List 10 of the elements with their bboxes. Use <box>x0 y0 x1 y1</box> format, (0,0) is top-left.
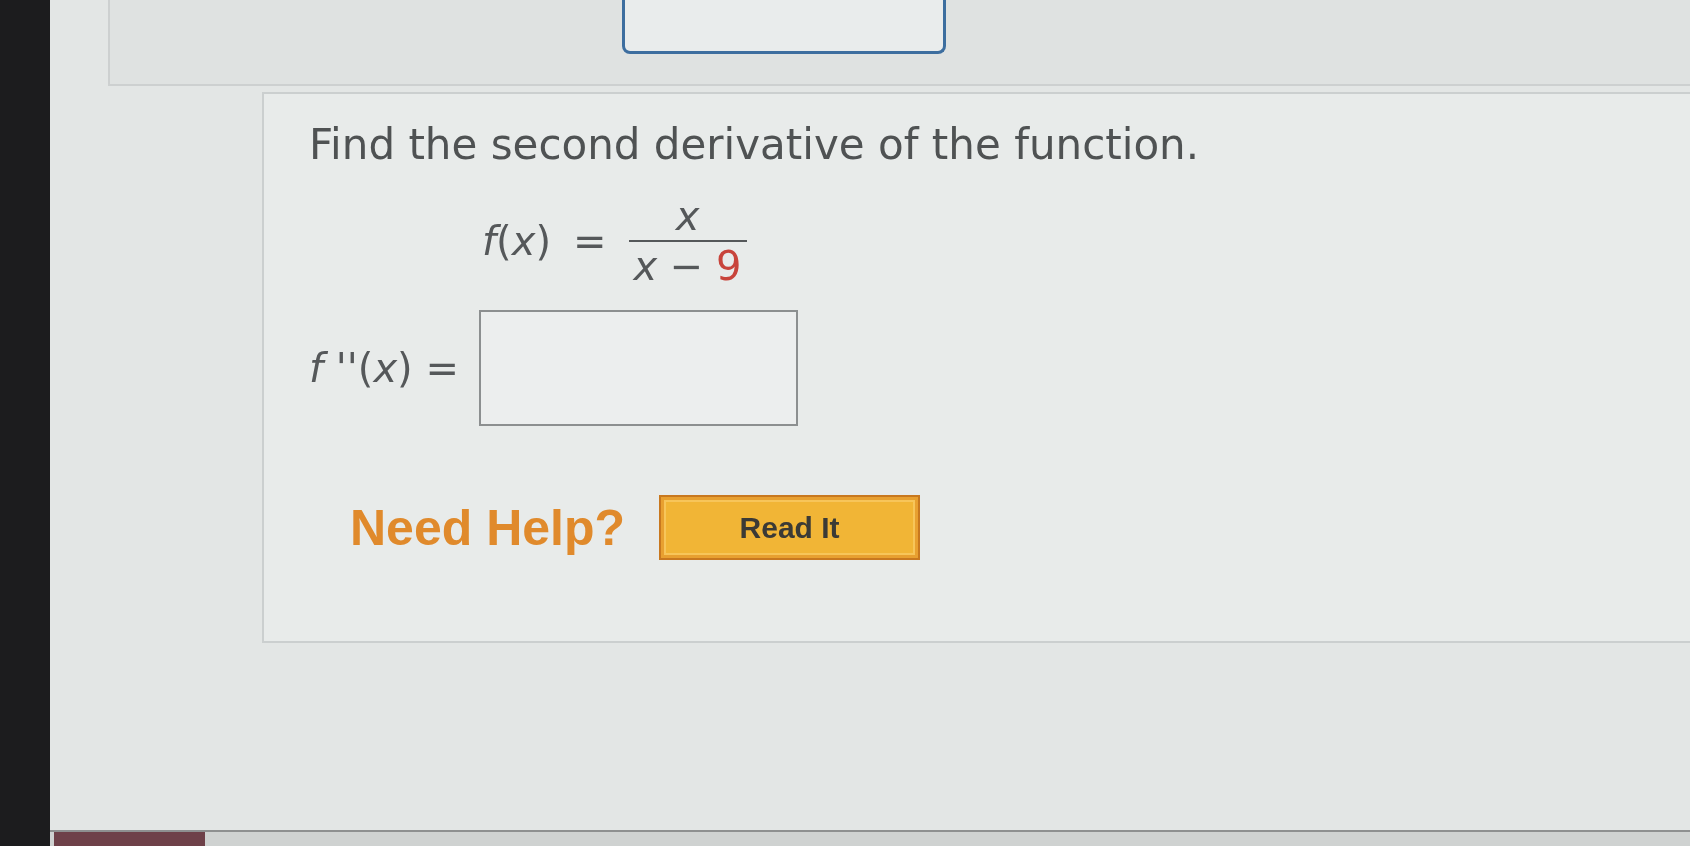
answer-label: f ''(x) = <box>309 344 459 392</box>
need-help-label: Need Help? <box>350 498 626 557</box>
fraction-denominator: x − 9 <box>633 242 742 290</box>
equals-sign: = <box>573 217 607 265</box>
fraction-numerator: x <box>675 192 700 240</box>
read-it-button[interactable]: Read It <box>659 495 921 560</box>
function-name: f(x) <box>482 217 551 265</box>
header-button[interactable] <box>622 0 946 54</box>
question-prompt: Find the second derivative of the function. <box>309 120 1201 170</box>
answer-box[interactable] <box>478 310 798 426</box>
